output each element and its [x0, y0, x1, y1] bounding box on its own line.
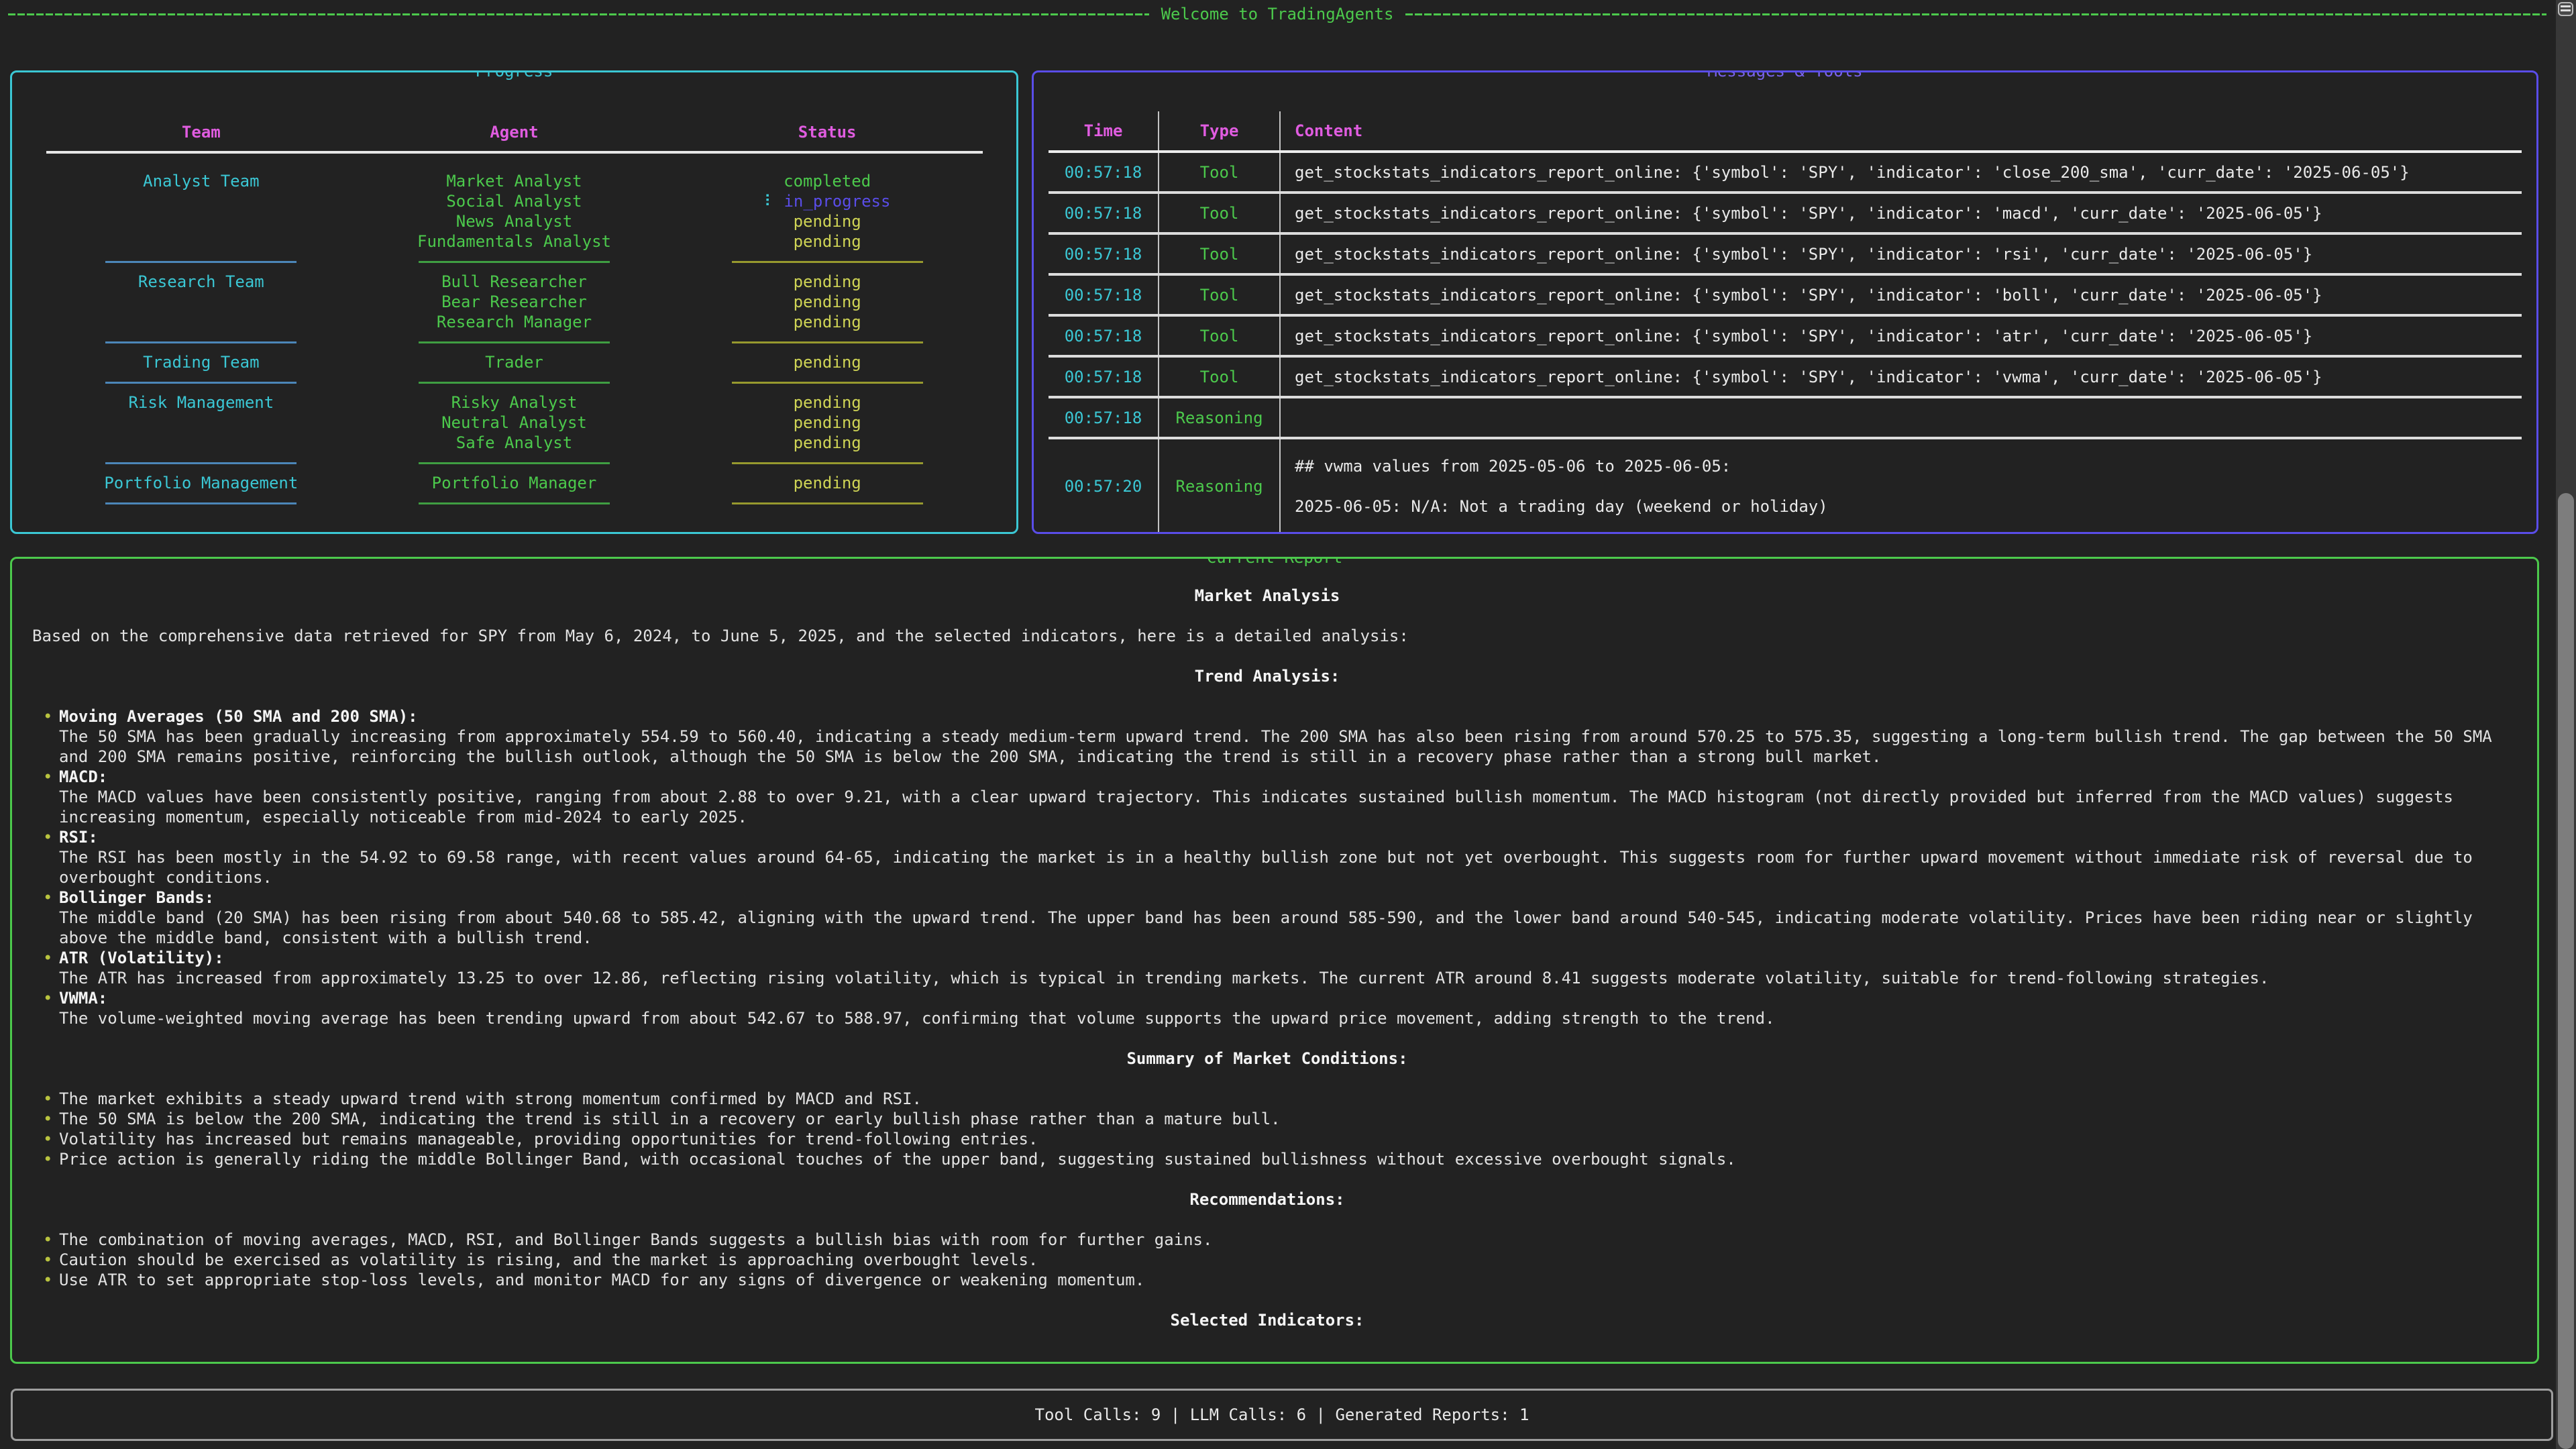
bullet-icon: •	[43, 988, 52, 1008]
section-heading-recommendations: Recommendations:	[32, 1189, 2502, 1210]
table-row: Bear Researcher pending	[45, 292, 984, 312]
footer-stats-bar: Tool Calls: 9 | LLM Calls: 6 | Generated…	[11, 1389, 2553, 1441]
section-separator	[45, 372, 984, 392]
report-intro: Based on the comprehensive data retrieve…	[32, 626, 2502, 646]
list-item: • Use ATR to set appropriate stop-loss l…	[32, 1270, 2502, 1290]
report-heading: Market Analysis	[32, 586, 2502, 606]
status-badge: pending	[671, 292, 984, 312]
table-row: Research Team Bull Researcher pending	[45, 272, 984, 292]
status-badge: pending	[671, 352, 984, 372]
section-separator	[45, 252, 984, 272]
messages-panel: Messages & Tools Time Type Content 00:57…	[1032, 70, 2538, 534]
table-row: 00:57:18 Tool get_stockstats_indicators_…	[1049, 194, 2522, 235]
table-row: 00:57:18 Tool get_stockstats_indicators_…	[1049, 358, 2522, 398]
table-row: Analyst Team Market Analyst completed	[45, 171, 984, 191]
rule-line-left	[8, 13, 1149, 15]
scrollbar-thumb[interactable]	[2558, 493, 2574, 1449]
status-badge: pending	[671, 473, 984, 493]
table-row: 00:57:20 Reasoning ## vwma values from 2…	[1049, 439, 2522, 533]
column-header-status: Status	[671, 122, 984, 142]
status-badge: pending	[671, 272, 984, 292]
column-header-team: Team	[45, 122, 358, 142]
list-item: • VWMA: The volume-weighted moving avera…	[32, 988, 2502, 1028]
status-badge: pending	[671, 413, 984, 433]
list-item: • Caution should be exercised as volatil…	[32, 1250, 2502, 1270]
welcome-rule: Welcome to TradingAgents	[8, 5, 2546, 23]
table-row: 00:57:18 Tool get_stockstats_indicators_…	[1049, 235, 2522, 276]
rule-line-right	[1405, 13, 2546, 15]
table-row: Safe Analyst pending	[45, 433, 984, 453]
app-title: Welcome to TradingAgents	[1161, 5, 1394, 23]
bullet-icon: •	[43, 1089, 52, 1109]
table-row: Research Manager pending	[45, 312, 984, 332]
progress-table-header: Team Agent Status	[45, 122, 984, 142]
list-item: • ATR (Volatility): The ATR has increase…	[32, 948, 2502, 988]
list-item: • Volatility has increased but remains m…	[32, 1129, 2502, 1149]
list-item: • The combination of moving averages, MA…	[32, 1230, 2502, 1250]
bullet-icon: •	[43, 827, 52, 847]
table-row: Risk Management Risky Analyst pending	[45, 392, 984, 413]
status-badge: completed	[671, 171, 984, 191]
table-row: Fundamentals Analyst pending	[45, 231, 984, 252]
scrollbar-button[interactable]	[2558, 2, 2573, 16]
status-badge: pending	[671, 433, 984, 453]
section-heading-selected-indicators: Selected Indicators:	[32, 1310, 2502, 1330]
status-badge: pending	[671, 211, 984, 231]
table-row: Portfolio Management Portfolio Manager p…	[45, 473, 984, 493]
messages-table: Time Type Content 00:57:18 Tool get_stoc…	[1049, 111, 2522, 533]
column-header-type: Type	[1159, 111, 1281, 150]
header-separator	[45, 151, 984, 171]
list-item: • RSI: The RSI has been mostly in the 54…	[32, 827, 2502, 888]
bullet-icon: •	[43, 948, 52, 968]
bullet-icon: •	[43, 767, 52, 787]
status-badge: ⠇in_progress	[671, 191, 984, 211]
status-badge: pending	[671, 392, 984, 413]
report-body: Market Analysis Based on the comprehensi…	[12, 586, 2537, 1330]
table-row: 00:57:18 Tool get_stockstats_indicators_…	[1049, 153, 2522, 194]
section-separator	[45, 332, 984, 352]
table-row: Social Analyst ⠇in_progress	[45, 191, 984, 211]
messages-table-header: Time Type Content	[1049, 111, 2522, 153]
table-row: 00:57:18 Reasoning	[1049, 398, 2522, 439]
list-item: • Price action is generally riding the m…	[32, 1149, 2502, 1169]
list-item: • The 50 SMA is below the 200 SMA, indic…	[32, 1109, 2502, 1129]
bullet-icon: •	[43, 1250, 52, 1270]
bullet-icon: •	[43, 1230, 52, 1250]
bullet-icon: •	[43, 706, 52, 727]
messages-panel-title: Messages & Tools	[1698, 70, 1872, 81]
section-heading-trend: Trend Analysis:	[32, 666, 2502, 686]
bullet-icon: •	[43, 1149, 52, 1169]
progress-table: Team Agent Status Analyst Team Market An…	[45, 122, 984, 513]
status-badge: pending	[671, 231, 984, 252]
section-heading-summary: Summary of Market Conditions:	[32, 1049, 2502, 1069]
bullet-icon: •	[43, 1129, 52, 1149]
table-row: News Analyst pending	[45, 211, 984, 231]
progress-panel: Progress Team Agent Status Analyst Team …	[10, 70, 1018, 534]
report-panel-title: Current Report	[1197, 557, 1352, 568]
section-separator	[45, 493, 984, 513]
table-row: Neutral Analyst pending	[45, 413, 984, 433]
spinner-icon: ⠇	[764, 192, 776, 211]
column-header-time: Time	[1049, 111, 1159, 150]
column-header-agent: Agent	[358, 122, 671, 142]
bullet-icon: •	[43, 1270, 52, 1290]
list-item: • The market exhibits a steady upward tr…	[32, 1089, 2502, 1109]
table-row: Trading Team Trader pending	[45, 352, 984, 372]
stats-text: Tool Calls: 9 | LLM Calls: 6 | Generated…	[1035, 1405, 1529, 1424]
table-row: 00:57:18 Tool get_stockstats_indicators_…	[1049, 276, 2522, 317]
bullet-icon: •	[43, 888, 52, 908]
report-panel: Current Report Market Analysis Based on …	[10, 557, 2539, 1364]
column-header-content: Content	[1281, 111, 2522, 150]
status-badge: pending	[671, 312, 984, 332]
list-item: • Bollinger Bands: The middle band (20 S…	[32, 888, 2502, 948]
section-separator	[45, 453, 984, 473]
progress-panel-title: Progress	[466, 70, 563, 81]
list-item: • Moving Averages (50 SMA and 200 SMA): …	[32, 706, 2502, 767]
list-item: • MACD: The MACD values have been consis…	[32, 767, 2502, 827]
table-row: 00:57:18 Tool get_stockstats_indicators_…	[1049, 317, 2522, 358]
bullet-icon: •	[43, 1109, 52, 1129]
